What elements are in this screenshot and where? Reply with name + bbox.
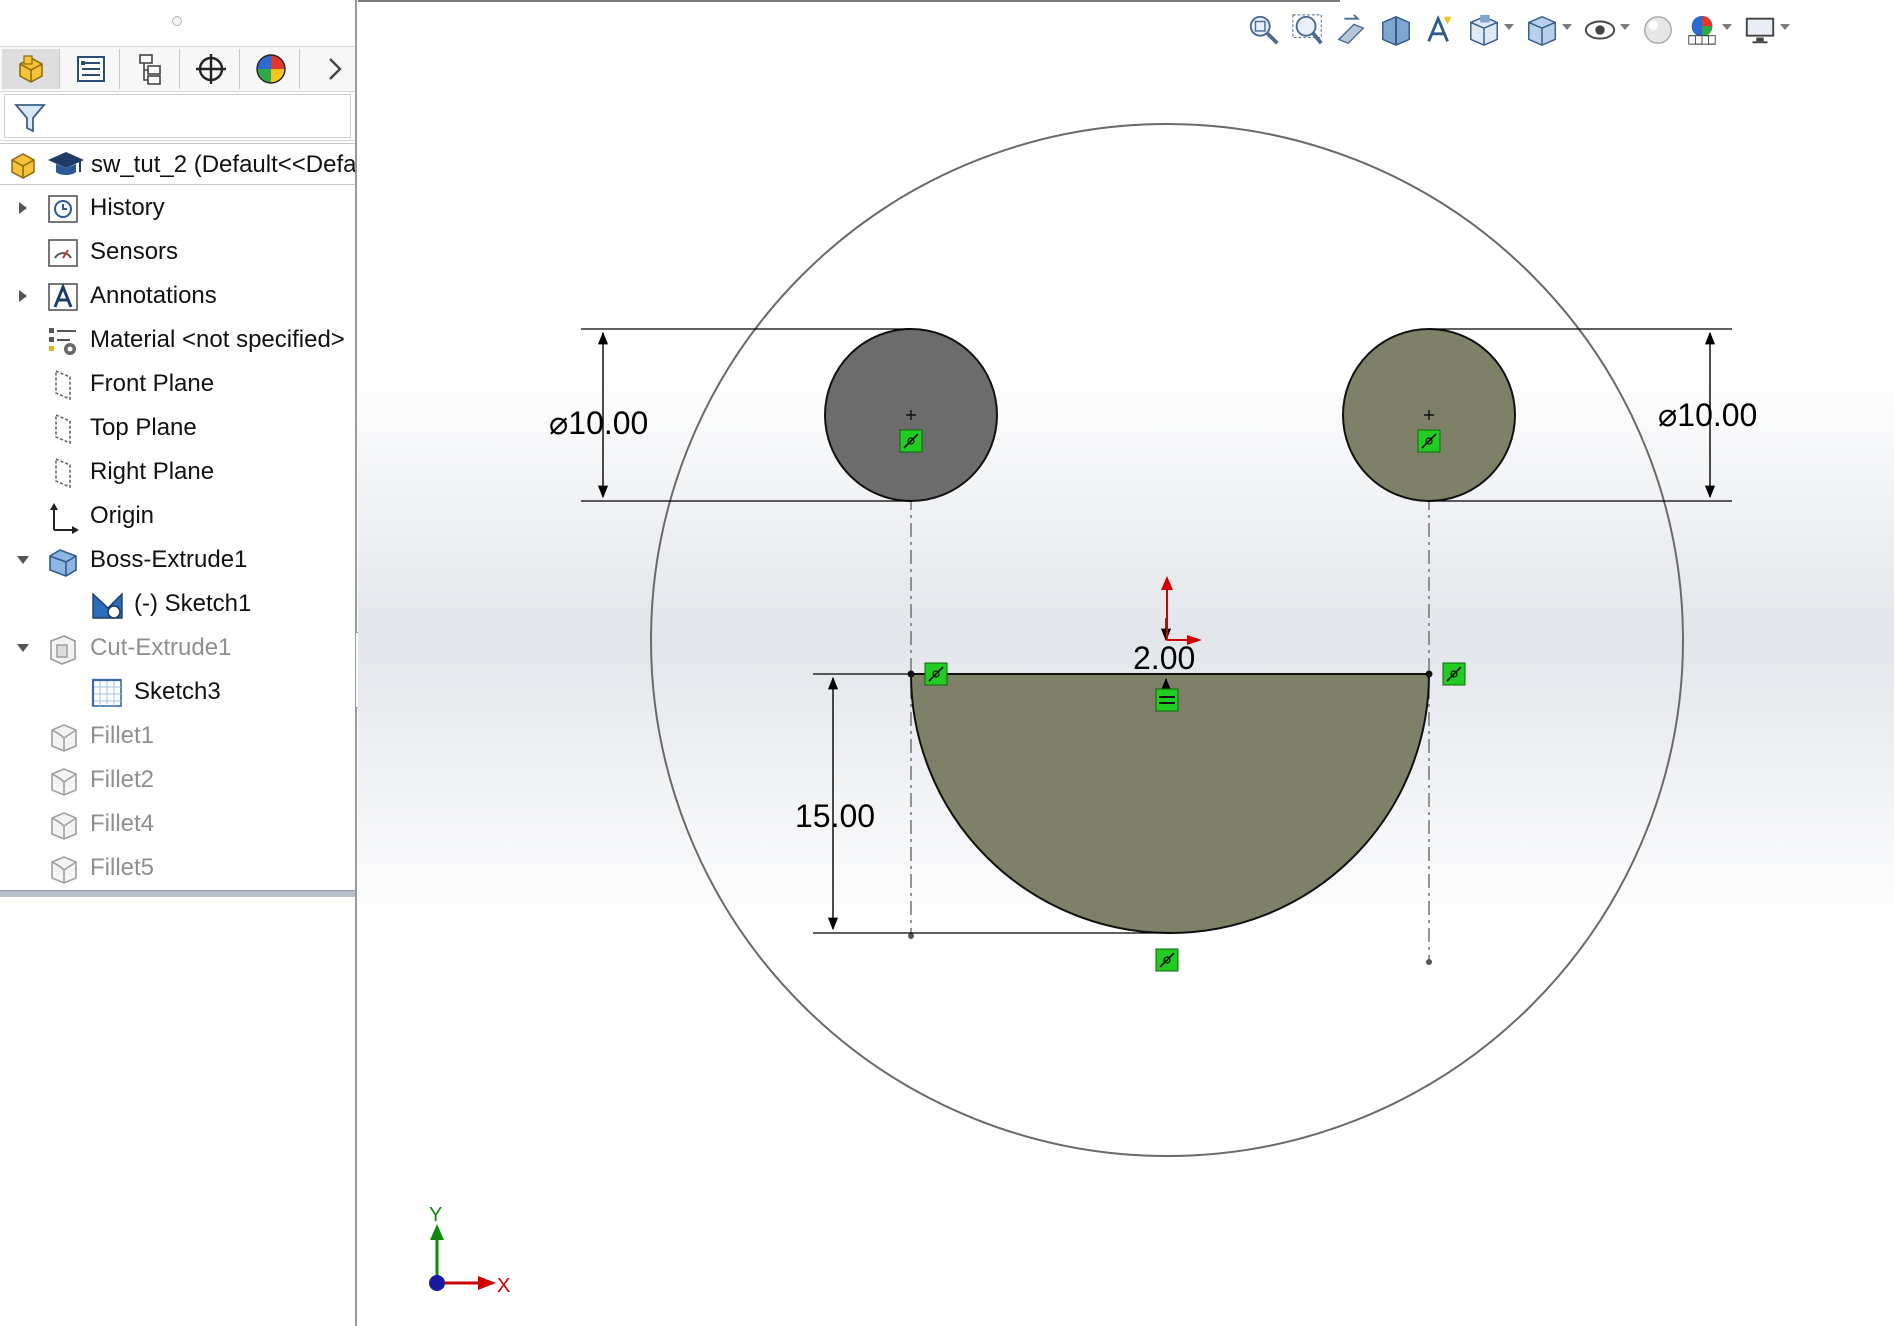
feature-manager-panel: sw_tut_2 (Default<<Defa History Sensors An…: [0, 0, 357, 1326]
plane-icon: [55, 413, 71, 445]
tree-item-fillet4[interactable]: Fillet4: [0, 804, 355, 844]
boss-extrude-icon: [49, 549, 77, 577]
tree-filter-input[interactable]: [4, 94, 351, 138]
centerline-endpoint: [908, 933, 914, 939]
filter-funnel-icon: [14, 104, 46, 133]
fillet-icon: [51, 856, 77, 884]
expand-down-arrow-icon[interactable]: [16, 553, 30, 567]
part-tree-icon: [18, 55, 43, 83]
property-list-icon: [76, 56, 105, 82]
tree-item-label: Origin: [90, 502, 155, 529]
origin-y-arrowhead: [1161, 576, 1173, 590]
tree-item-fillet5[interactable]: Fillet5: [0, 848, 355, 888]
tree-item-fillet2[interactable]: Fillet2: [0, 760, 355, 800]
sketch-icon: [92, 592, 123, 619]
sensors-icon: [48, 239, 78, 267]
horizontal-relation-icon[interactable]: [1155, 688, 1179, 712]
tree-item-label: Annotations: [90, 282, 217, 309]
tree-item-label: Fillet4: [90, 810, 155, 837]
triad-y-arrowhead: [430, 1224, 444, 1240]
expand-down-arrow-icon[interactable]: [16, 641, 30, 655]
tree-item-front-plane[interactable]: Front Plane: [0, 364, 355, 404]
tree-item-annotations[interactable]: Annotations: [0, 276, 355, 316]
mouth-half-circle[interactable]: [909, 673, 1431, 934]
tree-item-label: Cut-Extrude1: [90, 634, 232, 661]
tree-item-label: Material <not specified>: [90, 326, 345, 353]
coincident-relation-icon[interactable]: [924, 662, 948, 686]
history-icon: [48, 195, 78, 223]
left-diameter-dimension[interactable]: ⌀10.00: [549, 405, 648, 441]
tab-scroll-right-button[interactable]: [318, 49, 352, 89]
sketch-canvas[interactable]: ⌀10.00 ⌀10.00 15.00 2.00 Y X: [358, 0, 1894, 1326]
tab-propertymanager[interactable]: [62, 49, 120, 89]
centerline-endpoint: [1426, 959, 1432, 965]
plane-icon: [55, 457, 71, 489]
tree-root-part[interactable]: sw_tut_2 (Default<<Defa: [0, 143, 355, 185]
fillet-icon: [51, 724, 77, 752]
tree-item-label: Front Plane: [90, 370, 215, 397]
tree-item-cut-extrude1[interactable]: Cut-Extrude1: [0, 628, 355, 668]
fillet-icon: [51, 768, 77, 796]
tree-item-label: Boss-Extrude1: [90, 546, 248, 573]
panel-grip-handle[interactable]: [172, 16, 182, 26]
tree-item-top-plane[interactable]: Top Plane: [0, 408, 355, 448]
triad-y-label: Y: [429, 1204, 442, 1226]
sketch-grid-icon: [91, 678, 122, 707]
graduation-cap-icon: [48, 152, 84, 175]
tree-item-fillet1[interactable]: Fillet1: [0, 716, 355, 756]
tree-item-label: (-) Sketch1: [134, 590, 252, 617]
tree-item-sensors[interactable]: Sensors: [0, 232, 355, 272]
chevron-right-icon: [329, 58, 342, 80]
cut-extrude-icon: [50, 635, 76, 665]
triad-x-label: X: [497, 1275, 510, 1297]
right-diameter-dimension[interactable]: ⌀10.00: [1658, 397, 1757, 433]
filter-bar: [0, 92, 355, 141]
mouth-endpoint: [1425, 670, 1433, 678]
coincident-relation-icon[interactable]: [1155, 948, 1179, 972]
tree-item-boss-extrude1[interactable]: Boss-Extrude1: [0, 540, 355, 580]
tree-item-label: Right Plane: [90, 458, 215, 485]
triad-x-arrowhead: [478, 1276, 496, 1290]
tab-dimxpertmanager[interactable]: [182, 49, 240, 89]
coincident-relation-icon[interactable]: [899, 429, 923, 453]
tree-item-sketch3[interactable]: Sketch3: [0, 672, 355, 712]
tree-item-history[interactable]: History: [0, 188, 355, 228]
tree-item-label: Fillet2: [90, 766, 155, 793]
coincident-relation-icon[interactable]: [1442, 662, 1466, 686]
part-name-label: sw_tut_2 (Default<<Defa: [91, 151, 355, 178]
annotations-icon: [48, 282, 78, 311]
mouth-depth-dimension[interactable]: 15.00: [795, 798, 875, 834]
coincident-relation-icon[interactable]: [1417, 429, 1441, 453]
plane-icon: [55, 369, 71, 401]
tree-item-label: Top Plane: [90, 414, 197, 441]
mouth-offset-dimension[interactable]: 2.00: [1133, 640, 1195, 676]
fillet-icon: [51, 812, 77, 840]
expand-right-arrow-icon[interactable]: [16, 289, 30, 303]
manager-tab-bar: [0, 46, 355, 92]
appearance-sphere-icon: [255, 54, 286, 84]
origin-icon: [50, 503, 79, 534]
triad-origin: [429, 1275, 445, 1291]
configuration-icon: [138, 54, 161, 85]
tree-item-label: Fillet1: [90, 722, 155, 749]
tab-configurationmanager[interactable]: [122, 49, 180, 89]
panel-splitter[interactable]: [0, 890, 355, 897]
part-icon: [11, 153, 35, 179]
material-icon: [49, 328, 76, 355]
tab-featuremanager[interactable]: [2, 49, 60, 89]
tree-item-sketch1[interactable]: (-) Sketch1: [0, 584, 355, 624]
tree-item-label: Sensors: [90, 238, 179, 265]
tree-item-origin[interactable]: Origin: [0, 496, 355, 536]
expand-right-arrow-icon[interactable]: [16, 201, 30, 215]
tree-item-label: Sketch3: [134, 678, 221, 705]
tab-displaymanager[interactable]: [242, 49, 300, 89]
tree-item-material-not-specified[interactable]: Material <not specified>: [0, 320, 355, 360]
tree-item-right-plane[interactable]: Right Plane: [0, 452, 355, 492]
tree-item-label: History: [90, 194, 165, 221]
crosshair-target-icon: [195, 54, 226, 84]
graphics-area[interactable]: ⌀10.00 ⌀10.00 15.00 2.00 Y X: [358, 0, 1894, 1326]
tree-item-label: Fillet5: [90, 854, 155, 881]
